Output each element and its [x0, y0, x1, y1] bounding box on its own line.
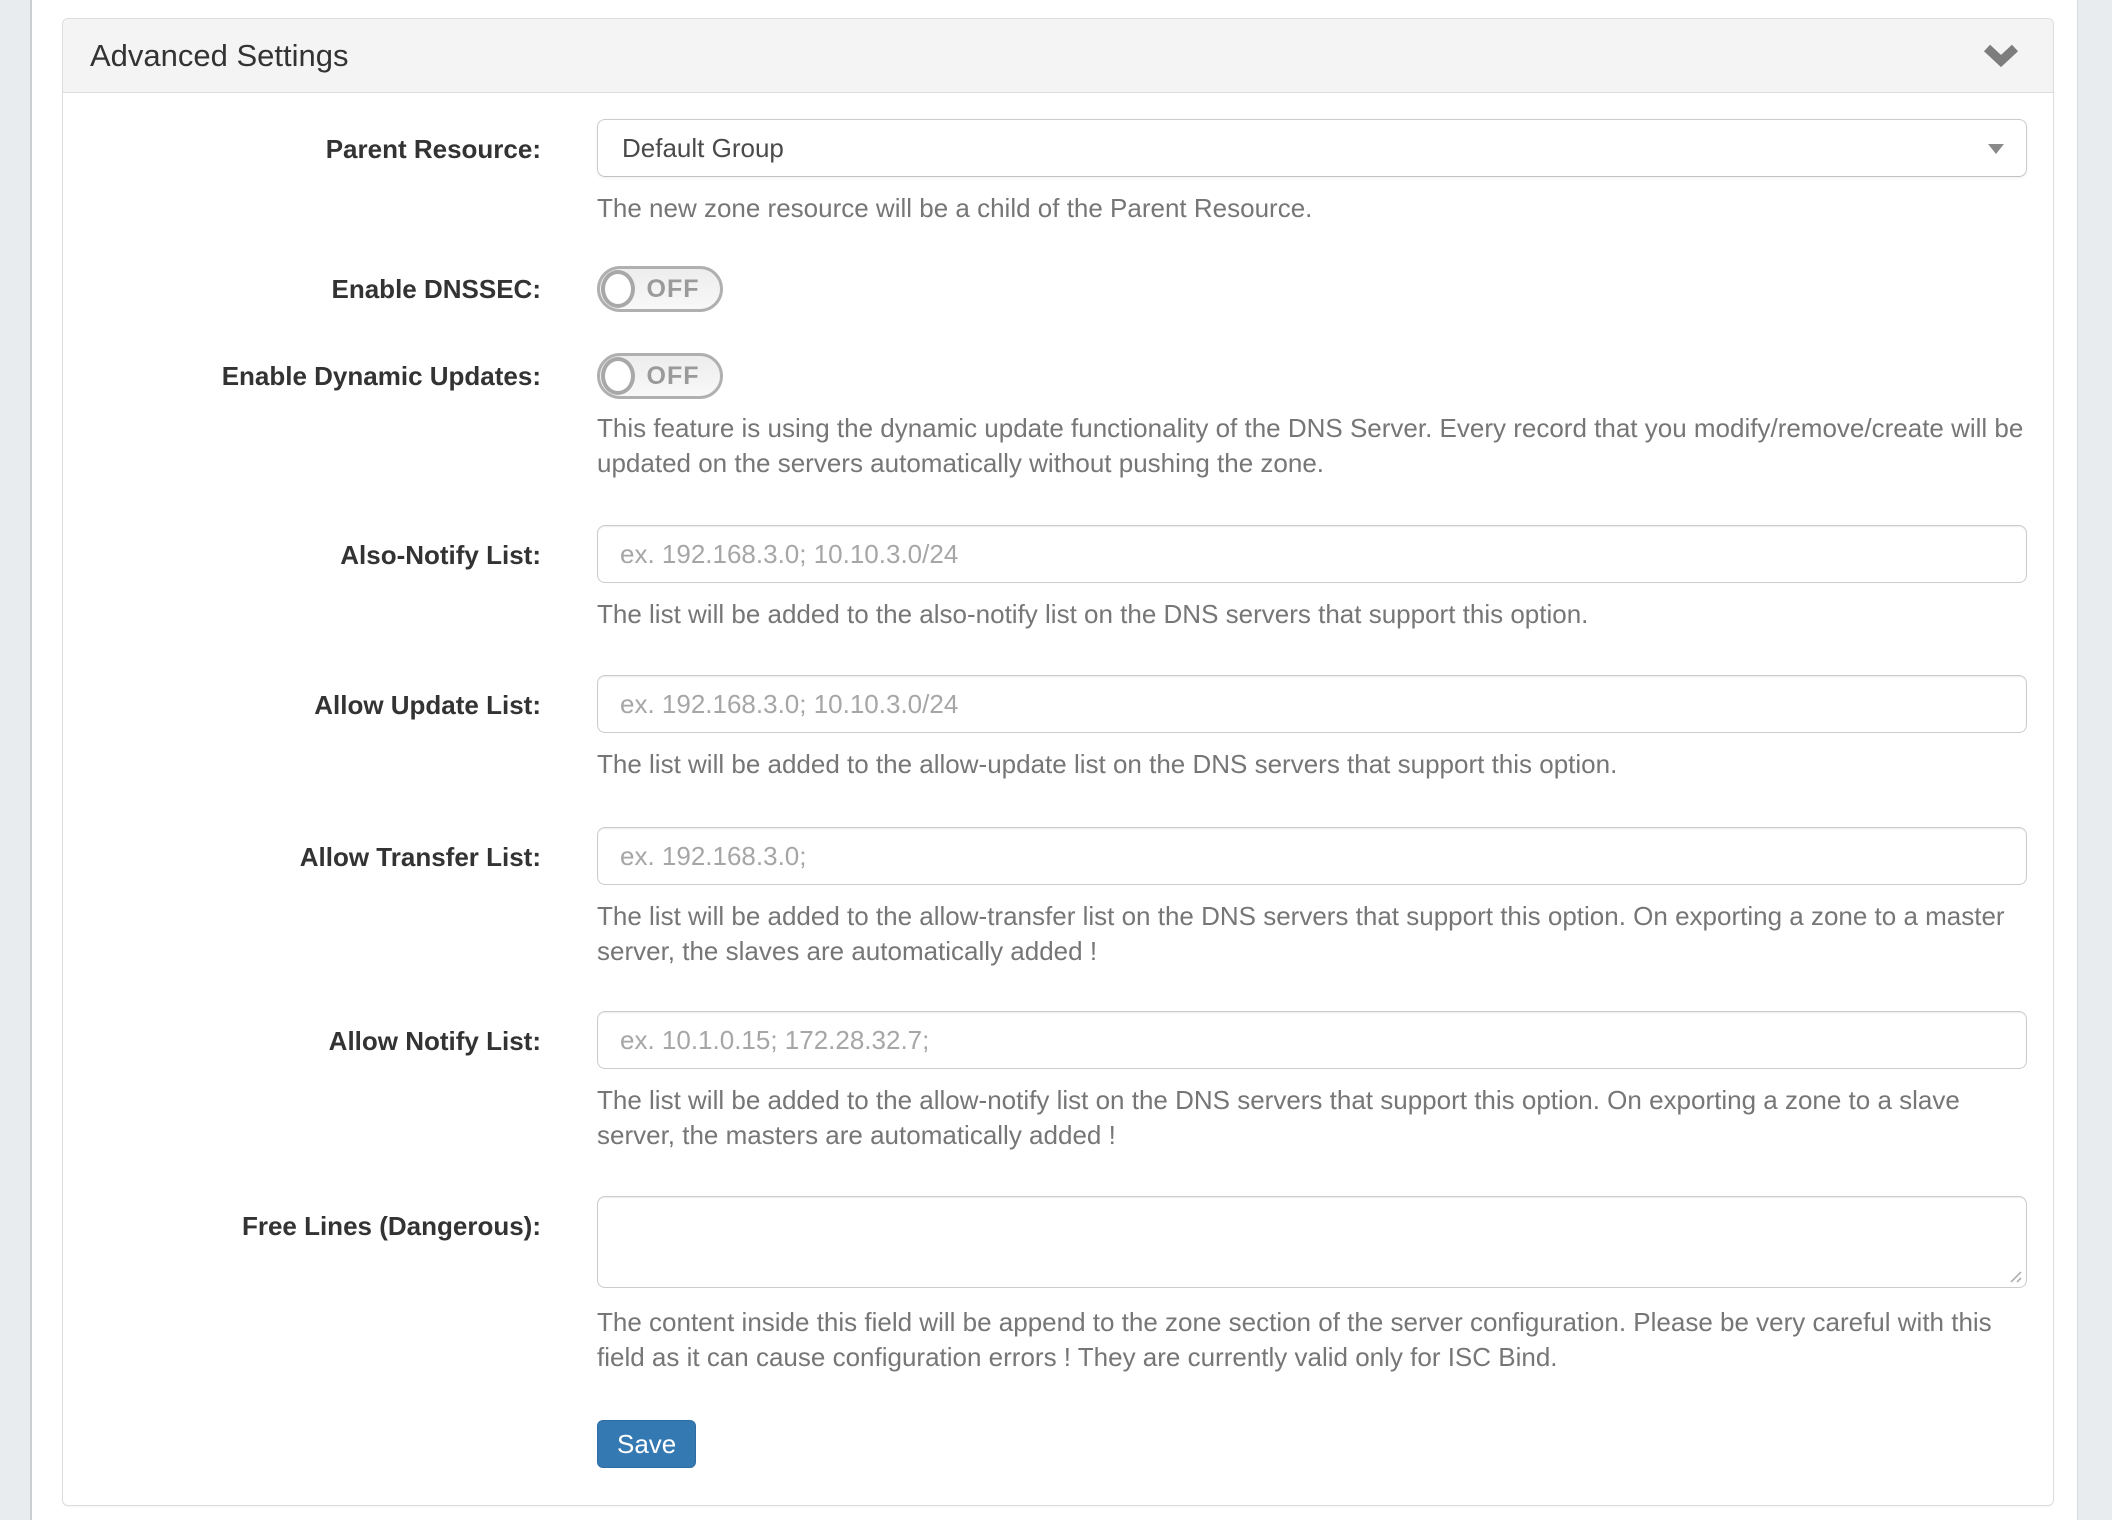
enable-dynamic-updates-label: Enable Dynamic Updates:	[93, 353, 541, 392]
allow-update-list-input[interactable]	[597, 675, 2027, 733]
also-notify-list-help: The list will be added to the also-notif…	[597, 597, 2027, 632]
parent-resource-select[interactable]: Default Group	[597, 119, 2027, 177]
form-row-free-lines: Free Lines (Dangerous): The content insi…	[93, 1196, 2024, 1375]
save-row-spacer	[93, 1420, 541, 1434]
free-lines-textarea[interactable]	[597, 1196, 2027, 1288]
form-row-save: Save	[93, 1420, 2024, 1505]
also-notify-list-input[interactable]	[597, 525, 2027, 583]
advanced-settings-panel: Advanced Settings Parent Resource: Defau…	[62, 18, 2054, 1506]
form-row-parent-resource: Parent Resource: Default Group The new z…	[93, 119, 2024, 226]
allow-update-list-label: Allow Update List:	[93, 675, 541, 721]
free-lines-label: Free Lines (Dangerous):	[93, 1196, 541, 1242]
dnssec-toggle[interactable]: OFF	[597, 266, 723, 312]
allow-update-list-help: The list will be added to the allow-upda…	[597, 747, 2027, 782]
parent-resource-label: Parent Resource:	[93, 119, 541, 165]
allow-notify-list-label: Allow Notify List:	[93, 1011, 541, 1057]
allow-transfer-list-help: The list will be added to the allow-tran…	[597, 899, 2027, 969]
dynamic-updates-toggle[interactable]: OFF	[597, 353, 723, 399]
panel-header[interactable]: Advanced Settings	[63, 19, 2053, 93]
also-notify-list-label: Also-Notify List:	[93, 525, 541, 571]
allow-transfer-list-input[interactable]	[597, 827, 2027, 885]
save-button[interactable]: Save	[597, 1420, 696, 1468]
parent-resource-help: The new zone resource will be a child of…	[597, 191, 2027, 226]
form-row-allow-notify-list: Allow Notify List: The list will be adde…	[93, 1011, 2024, 1153]
form-row-also-notify-list: Also-Notify List: The list will be added…	[93, 525, 2024, 632]
form-row-allow-update-list: Allow Update List: The list will be adde…	[93, 675, 2024, 782]
caret-down-icon	[1988, 144, 2004, 154]
panel-body: Parent Resource: Default Group The new z…	[63, 93, 2053, 1505]
chevron-down-icon[interactable]	[1981, 42, 2021, 70]
toggle-knob	[601, 357, 635, 395]
toggle-knob	[601, 270, 635, 308]
content-container: Advanced Settings Parent Resource: Defau…	[30, 0, 2078, 1520]
panel-title: Advanced Settings	[90, 38, 349, 74]
free-lines-textarea-wrap	[597, 1196, 2027, 1288]
parent-resource-selected-value: Default Group	[622, 133, 784, 164]
allow-transfer-list-label: Allow Transfer List:	[93, 827, 541, 873]
dynamic-updates-help: This feature is using the dynamic update…	[597, 411, 2027, 481]
form-row-enable-dnssec: Enable DNSSEC: OFF	[93, 266, 2024, 312]
form-row-enable-dynamic-updates: Enable Dynamic Updates: OFF This feature…	[93, 353, 2024, 481]
allow-notify-list-input[interactable]	[597, 1011, 2027, 1069]
free-lines-help: The content inside this field will be ap…	[597, 1305, 2027, 1375]
resize-grip-icon[interactable]	[2007, 1268, 2022, 1283]
page-background: Advanced Settings Parent Resource: Defau…	[0, 0, 2112, 1520]
enable-dnssec-label: Enable DNSSEC:	[93, 273, 541, 305]
allow-notify-list-help: The list will be added to the allow-noti…	[597, 1083, 2027, 1153]
form-row-allow-transfer-list: Allow Transfer List: The list will be ad…	[93, 827, 2024, 969]
